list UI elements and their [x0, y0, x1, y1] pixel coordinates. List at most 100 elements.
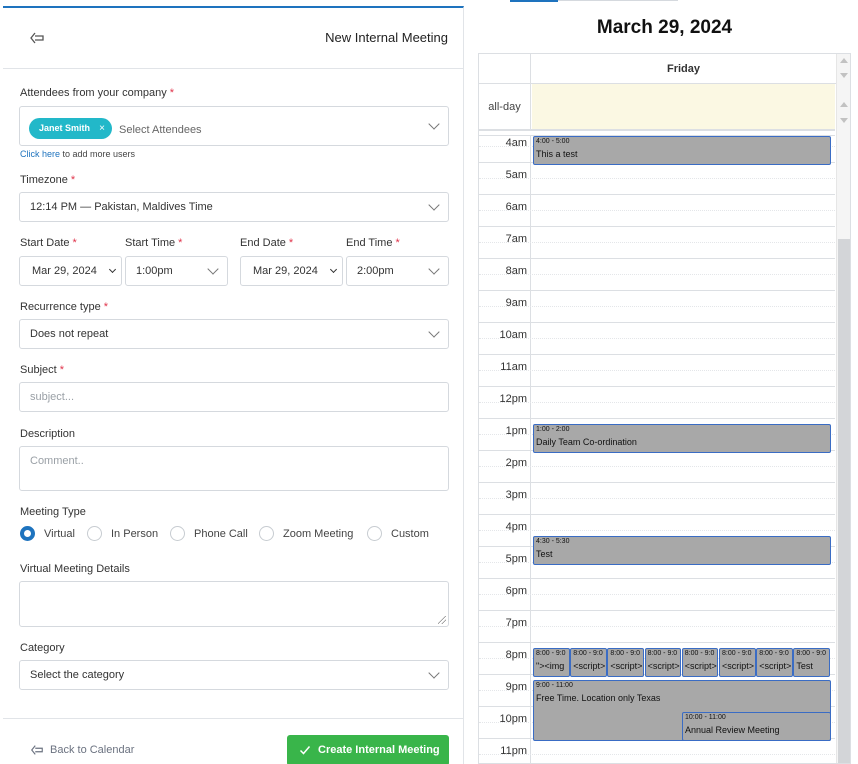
- time-slot[interactable]: [479, 386, 835, 402]
- event-time: 8:00 - 9:0: [573, 650, 603, 657]
- time-slot[interactable]: [479, 370, 835, 386]
- calendar-scrollbar[interactable]: [836, 54, 850, 763]
- calendar-event[interactable]: 8:00 - 9:0 <script>: [756, 648, 793, 677]
- time-slot[interactable]: [479, 514, 835, 530]
- hour-label: 2pm: [505, 457, 527, 469]
- event-title: <script>: [573, 661, 606, 671]
- radio-zoom-meeting[interactable]: Zoom Meeting: [259, 526, 353, 542]
- time-slot[interactable]: [479, 498, 835, 514]
- back-arrow-icon: [31, 745, 43, 755]
- create-meeting-button[interactable]: Create Internal Meeting: [287, 735, 449, 764]
- description-textarea[interactable]: Comment..: [19, 446, 449, 491]
- scroll-down-icon[interactable]: [840, 73, 848, 78]
- hour-label: 10pm: [499, 713, 527, 725]
- subject-input[interactable]: subject...: [19, 382, 449, 412]
- time-slot[interactable]: [479, 594, 835, 610]
- time-slot[interactable]: [479, 290, 835, 306]
- hour-label: 7am: [505, 233, 527, 245]
- event-time: 8:00 - 9:0: [647, 650, 678, 657]
- hour-label: 4pm: [505, 521, 527, 533]
- category-select[interactable]: Select the category: [19, 660, 449, 690]
- radio-virtual[interactable]: Virtual: [20, 526, 75, 542]
- time-slot[interactable]: [479, 274, 835, 290]
- time-slot[interactable]: [479, 610, 835, 626]
- time-slot[interactable]: [479, 178, 835, 194]
- time-slot[interactable]: [479, 322, 835, 338]
- scroll-thumb[interactable]: [838, 239, 850, 763]
- calendar-event[interactable]: 8:00 - 9:0 <script>: [644, 648, 682, 677]
- hour-label: 5pm: [505, 553, 527, 565]
- time-slot[interactable]: [479, 578, 835, 594]
- chevron-down-icon: [108, 265, 117, 274]
- radio-phone-call[interactable]: Phone Call: [170, 526, 248, 542]
- time-slot[interactable]: [479, 626, 835, 642]
- chevron-down-icon: [329, 265, 338, 274]
- calendar-event[interactable]: 4:00 - 5:00 This a test: [533, 136, 831, 165]
- attendees-select[interactable]: Janet Smith × Select Attendees: [19, 106, 449, 146]
- meeting-type-label: Meeting Type: [20, 506, 86, 518]
- all-day-label: all-day: [479, 84, 531, 130]
- time-slot[interactable]: [479, 210, 835, 226]
- hour-label: 8pm: [505, 649, 527, 661]
- time-slot[interactable]: [479, 258, 835, 274]
- view-tab-active[interactable]: [510, 0, 558, 2]
- time-slot[interactable]: [479, 466, 835, 482]
- calendar-event[interactable]: 8:00 - 9:0 <script>: [681, 648, 719, 677]
- check-icon: [299, 746, 311, 755]
- time-slot[interactable]: [479, 482, 835, 498]
- timezone-select[interactable]: 12:14 PM — Pakistan, Maldives Time: [19, 192, 449, 222]
- calendar-event[interactable]: 10:00 - 11:00 Annual Review Meeting: [682, 712, 831, 741]
- calendar-event[interactable]: 8:00 - 9:0 <script>: [570, 648, 607, 677]
- time-slot[interactable]: [479, 242, 835, 258]
- calendar-event[interactable]: 1:00 - 2:00 Daily Team Co-ordination: [533, 424, 831, 453]
- calendar-event[interactable]: 8:00 - 9:0 Test: [793, 648, 830, 677]
- event-time: 4:30 - 5:30: [536, 538, 570, 545]
- event-title: Daily Team Co-ordination: [536, 437, 637, 447]
- time-slot[interactable]: [479, 338, 835, 354]
- back-to-calendar-link[interactable]: Back to Calendar: [30, 743, 134, 757]
- hour-label: 7pm: [505, 617, 527, 629]
- radio-selected-icon: [20, 526, 35, 541]
- all-day-slot[interactable]: [532, 84, 835, 129]
- event-time: 8:00 - 9:0: [796, 650, 826, 657]
- click-here-link[interactable]: Click here: [20, 149, 60, 159]
- meeting-form-panel: New Internal Meeting Attendees from your…: [3, 6, 464, 764]
- resize-handle-icon[interactable]: [438, 616, 446, 624]
- chevron-down-icon: [428, 263, 440, 275]
- radio-icon: [259, 526, 274, 541]
- calendar-event[interactable]: 8:00 - 9:0 "><img: [533, 648, 570, 677]
- time-slot[interactable]: [479, 402, 835, 418]
- end-time-select[interactable]: 2:00pm: [346, 256, 449, 286]
- timezone-label: Timezone *: [20, 174, 76, 186]
- event-time: 10:00 - 11:00: [685, 714, 726, 721]
- end-date-picker[interactable]: Mar 29, 2024: [240, 256, 343, 286]
- virtual-details-textarea[interactable]: [19, 581, 449, 627]
- calendar-event[interactable]: 4:30 - 5:30 Test: [533, 536, 831, 565]
- radio-custom[interactable]: Custom: [367, 526, 429, 542]
- attendees-search-input[interactable]: Select Attendees: [119, 124, 202, 136]
- scroll-up-icon[interactable]: [840, 102, 848, 107]
- event-title: <script>: [647, 661, 680, 671]
- start-date-picker[interactable]: Mar 29, 2024: [19, 256, 122, 286]
- time-slot[interactable]: [479, 194, 835, 210]
- chip-remove-icon[interactable]: ×: [99, 118, 105, 139]
- hour-label: 9am: [505, 297, 527, 309]
- chevron-down-icon: [428, 667, 440, 679]
- start-time-select[interactable]: 1:00pm: [125, 256, 228, 286]
- scroll-down-icon[interactable]: [840, 118, 848, 123]
- chevron-down-icon: [428, 326, 440, 338]
- calendar-event[interactable]: 8:00 - 9:0 <script>: [719, 648, 756, 677]
- recurrence-select[interactable]: Does not repeat: [19, 319, 449, 349]
- back-arrow-icon[interactable]: [29, 30, 45, 46]
- time-slot[interactable]: [479, 226, 835, 242]
- time-slot[interactable]: [479, 354, 835, 370]
- end-date-label: End Date *: [240, 237, 294, 249]
- calendar-event[interactable]: 8:00 - 9:0 <script>: [607, 648, 644, 677]
- hour-label: 5am: [505, 169, 527, 181]
- time-slot[interactable]: [479, 754, 835, 763]
- radio-in-person[interactable]: In Person: [87, 526, 158, 542]
- scroll-up-icon[interactable]: [840, 58, 848, 63]
- time-slot[interactable]: [479, 306, 835, 322]
- event-time: 4:00 - 5:00: [536, 138, 570, 145]
- chevron-down-icon: [428, 118, 440, 130]
